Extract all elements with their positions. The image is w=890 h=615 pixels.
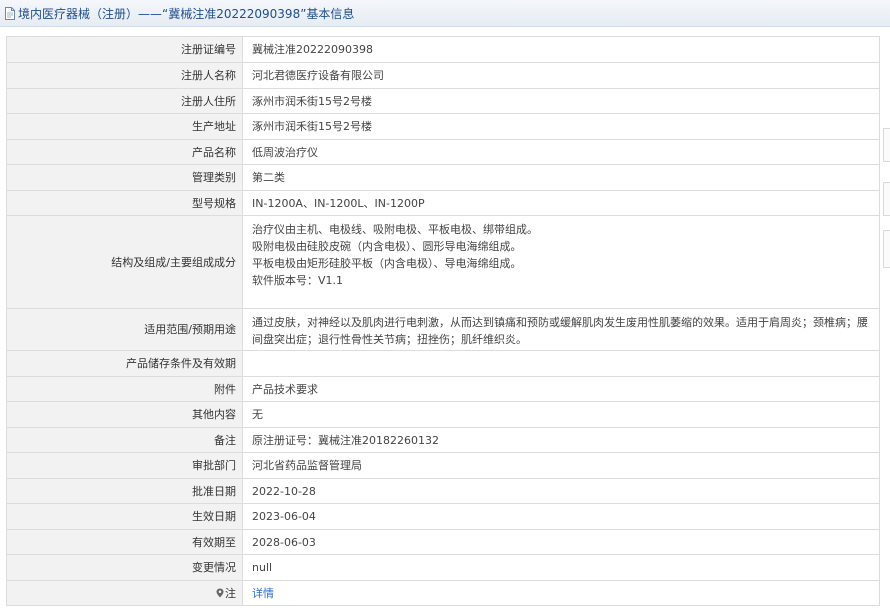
page-title: 境内医疗器械（注册）——“冀械注准20222090398”基本信息 xyxy=(18,6,355,21)
row-label: 注册证编号 xyxy=(6,36,243,63)
row-value: 冀械注准20222090398 xyxy=(242,36,880,63)
table-row: 注册人住所 涿州市润禾街15号2号楼 xyxy=(6,88,880,114)
table-row: 附件 产品技术要求 xyxy=(6,376,880,402)
table-row: 批准日期 2022-10-28 xyxy=(6,478,880,504)
row-label: 产品储存条件及有效期 xyxy=(6,350,243,377)
row-label: 结构及组成/主要组成成分 xyxy=(6,215,243,309)
map-pin-icon xyxy=(216,586,224,597)
row-value: IN-1200A、IN-1200L、IN-1200P xyxy=(242,190,880,216)
row-value: 涿州市润禾街15号2号楼 xyxy=(242,88,880,114)
row-label: 适用范围/预期用途 xyxy=(6,308,243,351)
structure-line: 软件版本号：V1.1 xyxy=(252,274,344,287)
table-row: 适用范围/预期用途 通过皮肤，对神经以及肌肉进行电刺激，从而达到镇痛和预防或缓解… xyxy=(6,308,880,351)
document-icon xyxy=(4,6,16,20)
note-label: 注 xyxy=(225,586,236,600)
table-row: 结构及组成/主要组成成分 治疗仪由主机、电极线、吸附电极、平板电极、绑带组成。 … xyxy=(6,215,880,309)
row-value: 通过皮肤，对神经以及肌肉进行电刺激，从而达到镇痛和预防或缓解肌肉发生废用性肌萎缩… xyxy=(242,308,880,351)
table-row: 型号规格 IN-1200A、IN-1200L、IN-1200P xyxy=(6,190,880,216)
table-row: 变更情况 null xyxy=(6,554,880,581)
table-row: 注册人名称 河北君德医疗设备有限公司 xyxy=(6,62,880,89)
row-value: 河北君德医疗设备有限公司 xyxy=(242,62,880,89)
table-row: 注 详情 xyxy=(6,580,880,606)
row-label: 审批部门 xyxy=(6,452,243,479)
table-row: 产品储存条件及有效期 xyxy=(6,350,880,377)
row-label: 注 xyxy=(6,580,243,606)
side-tab-middle[interactable] xyxy=(883,182,890,216)
row-label: 备注 xyxy=(6,427,243,453)
row-value: 第二类 xyxy=(242,164,880,191)
table-row: 生产地址 涿州市润禾街15号2号楼 xyxy=(6,113,880,140)
structure-line: 平板电极由矩形硅胶平板（内含电极）、导电海绵组成。 xyxy=(252,257,522,270)
row-value: 河北省药品监督管理局 xyxy=(242,452,880,479)
row-value: 产品技术要求 xyxy=(242,376,880,402)
table-row: 产品名称 低周波治疗仪 xyxy=(6,139,880,165)
row-value: 2028-06-03 xyxy=(242,529,880,555)
table-row: 审批部门 河北省药品监督管理局 xyxy=(6,452,880,479)
table-row: 管理类别 第二类 xyxy=(6,164,880,191)
row-label: 管理类别 xyxy=(6,164,243,191)
row-value: 原注册证号：冀械注准20182260132 xyxy=(242,427,880,453)
structure-line: 治疗仪由主机、电极线、吸附电极、平板电极、绑带组成。 xyxy=(252,223,538,236)
table-row: 注册证编号 冀械注准20222090398 xyxy=(6,36,880,63)
table-row: 生效日期 2023-06-04 xyxy=(6,503,880,530)
row-label: 型号规格 xyxy=(6,190,243,216)
row-value: 详情 xyxy=(242,580,880,606)
row-value: 2022-10-28 xyxy=(242,478,880,504)
row-label: 注册人住所 xyxy=(6,88,243,114)
table-row: 备注 原注册证号：冀械注准20182260132 xyxy=(6,427,880,453)
table-row: 有效期至 2028-06-03 xyxy=(6,529,880,555)
row-label: 有效期至 xyxy=(6,529,243,555)
row-label: 注册人名称 xyxy=(6,62,243,89)
row-value: null xyxy=(242,554,880,581)
row-label: 变更情况 xyxy=(6,554,243,581)
details-link[interactable]: 详情 xyxy=(252,587,274,600)
row-label: 其他内容 xyxy=(6,401,243,428)
row-value: 低周波治疗仪 xyxy=(242,139,880,165)
side-tab-top[interactable] xyxy=(883,128,890,162)
row-value xyxy=(242,350,880,377)
row-label: 批准日期 xyxy=(6,478,243,504)
table-row: 其他内容 无 xyxy=(6,401,880,428)
row-label: 生效日期 xyxy=(6,503,243,530)
structure-line: 吸附电极由硅胶皮碗（内含电极）、圆形导电海绵组成。 xyxy=(252,240,522,253)
row-label: 生产地址 xyxy=(6,113,243,140)
row-value: 治疗仪由主机、电极线、吸附电极、平板电极、绑带组成。 吸附电极由硅胶皮碗（内含电… xyxy=(242,215,880,309)
row-value: 涿州市润禾街15号2号楼 xyxy=(242,113,880,140)
side-tab-bottom[interactable] xyxy=(883,230,890,268)
row-label: 附件 xyxy=(6,376,243,402)
page-header: 境内医疗器械（注册）——“冀械注准20222090398”基本信息 xyxy=(0,0,890,27)
row-value: 2023-06-04 xyxy=(242,503,880,530)
info-table: 注册证编号 冀械注准20222090398 注册人名称 河北君德医疗设备有限公司… xyxy=(6,36,880,606)
row-value: 无 xyxy=(242,401,880,428)
row-label: 产品名称 xyxy=(6,139,243,165)
